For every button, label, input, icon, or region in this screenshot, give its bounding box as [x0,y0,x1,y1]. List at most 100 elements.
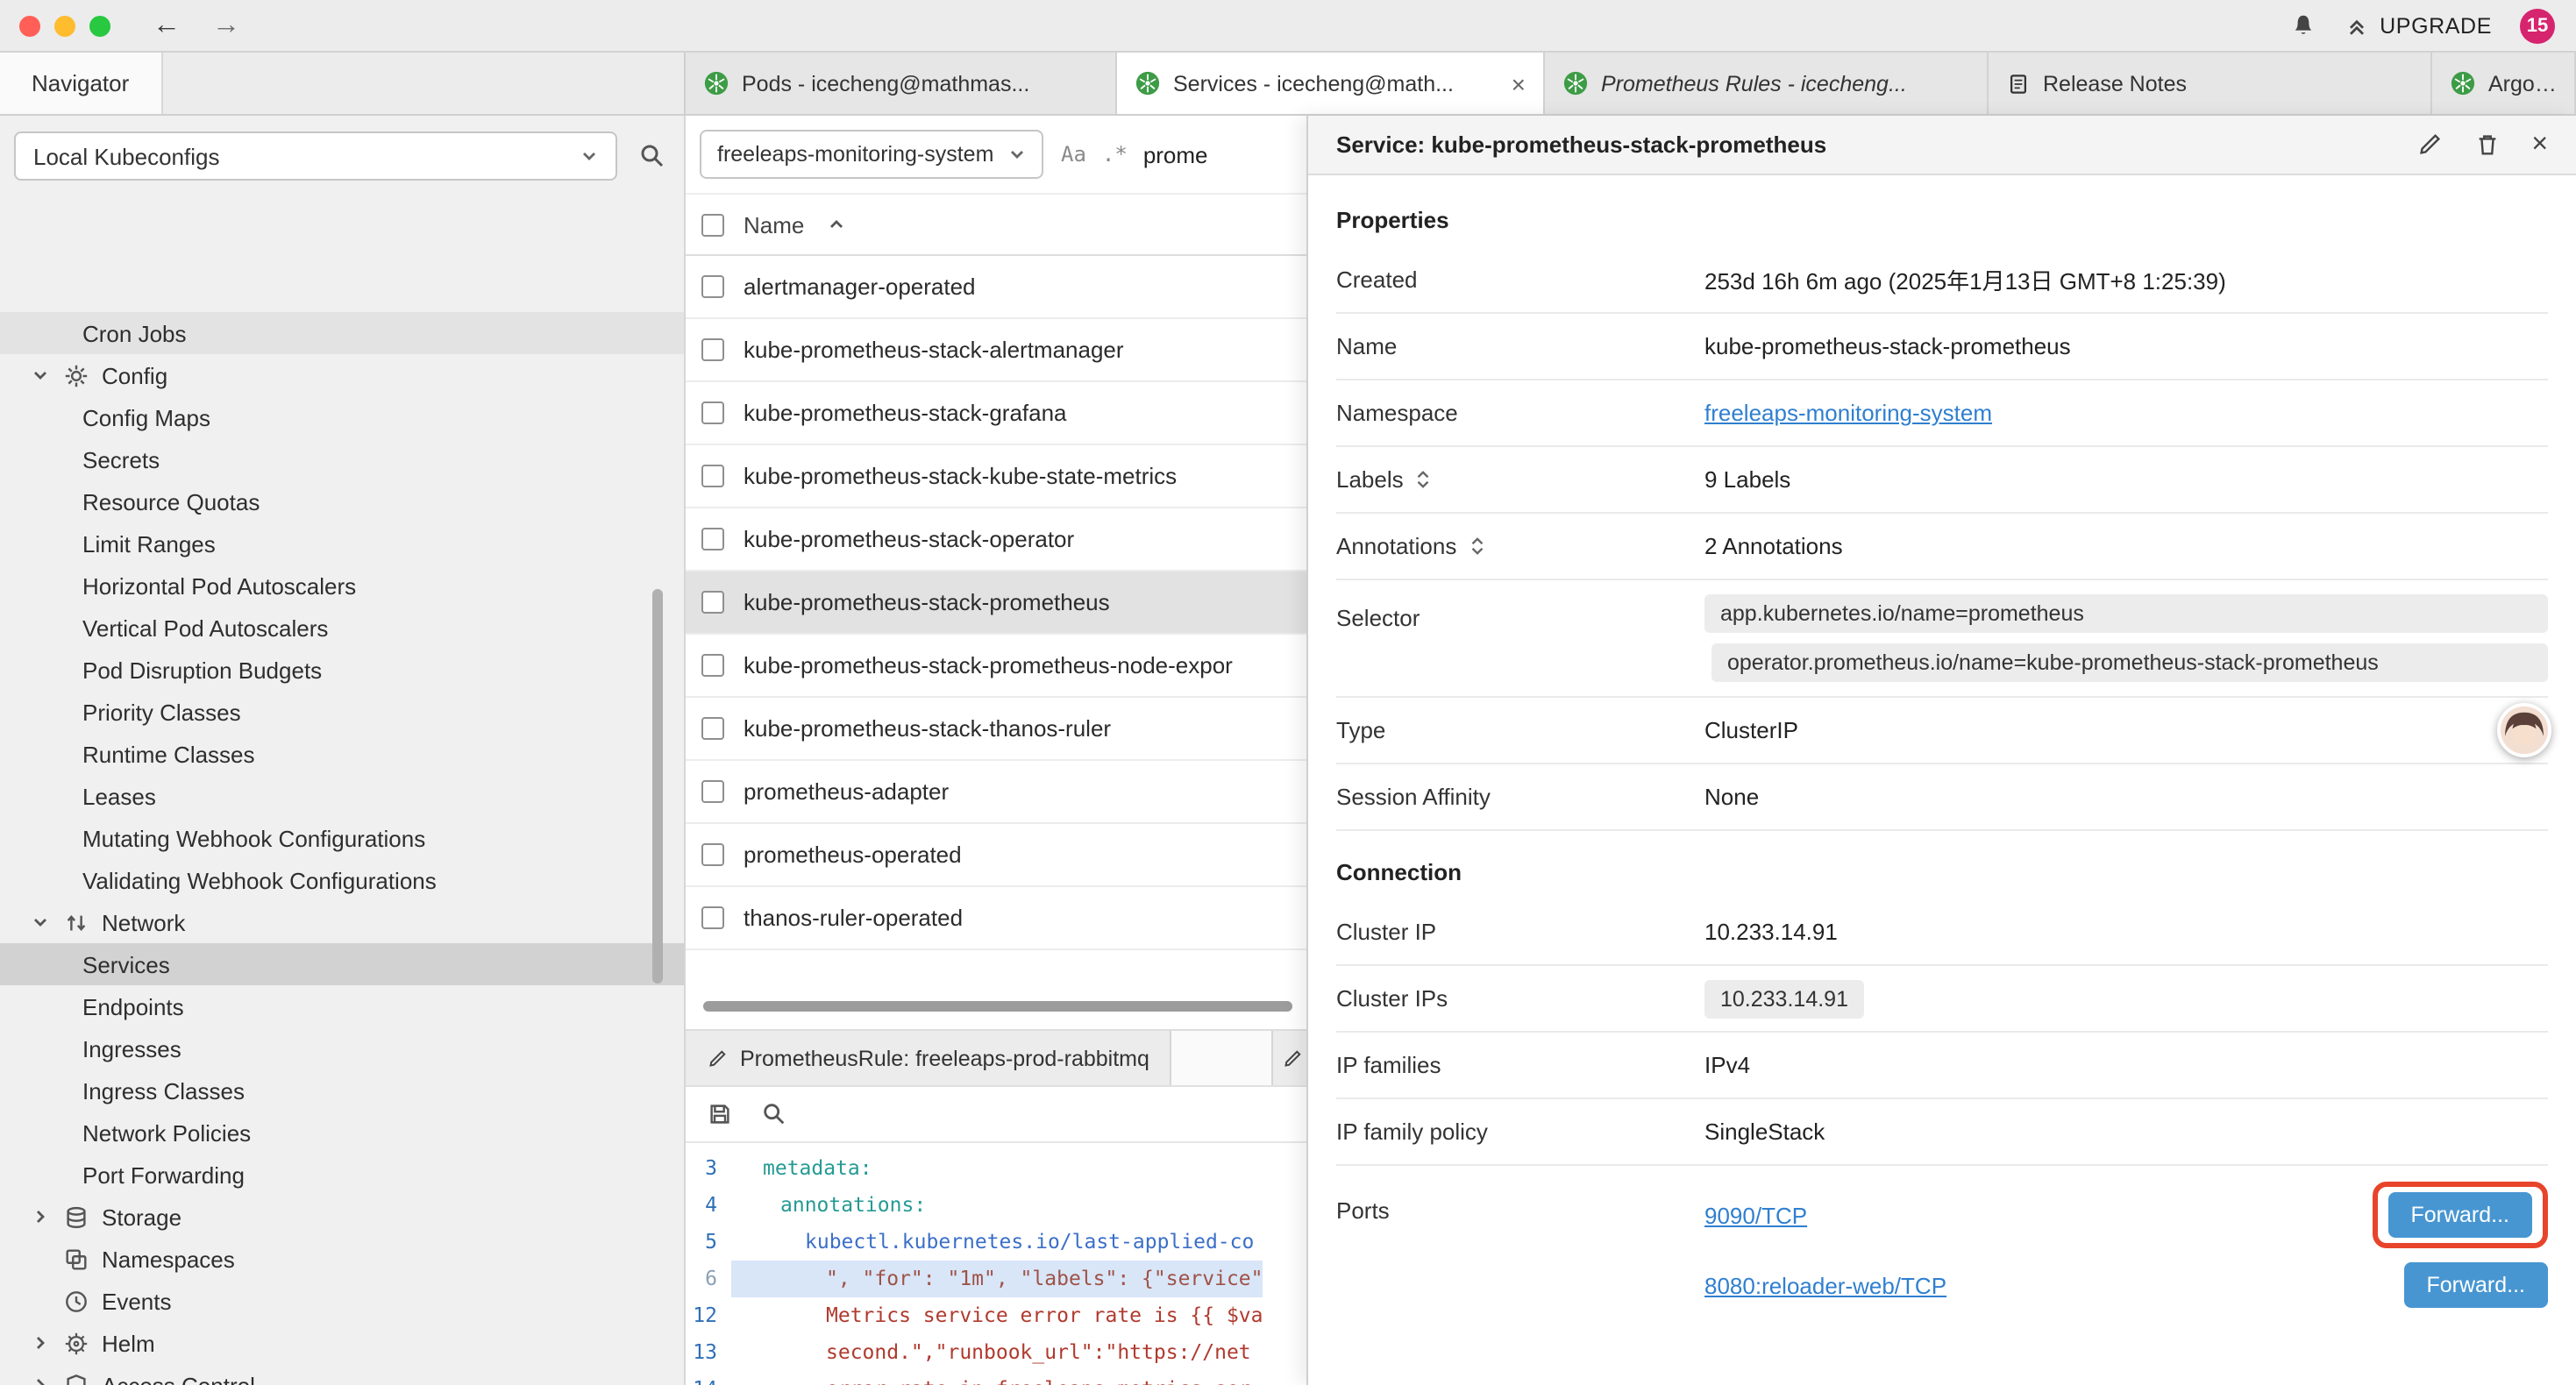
sidebar-group-helm[interactable]: Helm [0,1322,684,1364]
expand-collapse-icon[interactable] [1414,468,1434,491]
close-window-button[interactable] [19,15,40,36]
sidebar-item-namespaces[interactable]: Namespaces [0,1238,684,1280]
row-checkbox[interactable] [701,401,724,424]
trash-icon[interactable] [2473,131,2500,158]
edit-pencil-icon[interactable] [2416,131,2442,158]
namespace-filter-dropdown[interactable]: freeleaps-monitoring-system [700,130,1043,179]
close-icon[interactable]: × [1501,69,1526,97]
selector-chip[interactable]: app.kubernetes.io/name=prometheus [1704,594,2548,633]
table-row[interactable]: alertmanager-operated [686,256,1306,319]
back-arrow-icon[interactable]: ← [153,10,181,41]
sidebar-group-network[interactable]: Network [0,901,684,943]
namespace-link[interactable]: freeleaps-monitoring-system [1704,400,1992,426]
row-checkbox[interactable] [701,654,724,677]
yaml-editor[interactable]: 3metadata: 4annotations: 5kubectl.kubern… [686,1143,1306,1385]
match-case-toggle[interactable]: Aa [1061,142,1086,167]
tab-navigator[interactable]: Navigator [0,53,162,114]
sort-asc-icon[interactable] [827,216,844,233]
selector-chip[interactable]: operator.prometheus.io/name=kube-prometh… [1711,643,2548,682]
regex-toggle[interactable]: .* [1102,142,1128,167]
table-row[interactable]: thanos-ruler-operated [686,887,1306,950]
tab-services[interactable]: Services - icecheng@math... × [1117,53,1545,114]
sidebar-item-limit-ranges[interactable]: Limit Ranges [0,522,684,565]
upgrade-button[interactable]: UPGRADE [2345,13,2492,38]
row-checkbox[interactable] [701,717,724,740]
horizontal-scrollbar[interactable] [703,1001,1292,1012]
row-checkbox[interactable] [701,275,724,298]
sidebar-item-priority-classes[interactable]: Priority Classes [0,691,684,733]
select-all-checkbox[interactable] [701,213,724,236]
zoom-window-button[interactable] [89,15,110,36]
sidebar-item-services[interactable]: Services [0,943,684,985]
table-row[interactable]: kube-prometheus-stack-thanos-ruler [686,698,1306,761]
sidebar-item-runtime-classes[interactable]: Runtime Classes [0,733,684,775]
name-column-header[interactable]: Name [744,211,804,238]
table-row[interactable]: prometheus-operated [686,824,1306,887]
notification-badge[interactable]: 15 [2520,8,2555,43]
property-label: IP family policy [1336,1119,1704,1145]
table-row[interactable]: kube-prometheus-stack-prometheus-node-ex… [686,635,1306,698]
sidebar-item-cron-jobs[interactable]: Cron Jobs [0,312,684,354]
table-row[interactable]: kube-prometheus-stack-grafana [686,382,1306,445]
sidebar-item-pod-disruption-budgets[interactable]: Pod Disruption Budgets [0,649,684,691]
chevron-right-icon[interactable] [32,1208,53,1225]
minimize-window-button[interactable] [54,15,75,36]
row-checkbox[interactable] [701,338,724,361]
sidebar-item-leases[interactable]: Leases [0,775,684,817]
row-checkbox[interactable] [701,528,724,550]
chevron-down-icon[interactable] [32,366,53,384]
sidebar-item-horizontal-pod-autoscalers[interactable]: Horizontal Pod Autoscalers [0,565,684,607]
search-icon[interactable] [638,142,666,170]
tab-pods[interactable]: Pods - icecheng@mathmas... [686,53,1117,114]
sidebar-item-config-maps[interactable]: Config Maps [0,396,684,438]
forward-button[interactable]: Forward... [2387,1192,2532,1238]
row-checkbox[interactable] [701,465,724,487]
sidebar-item-ingress-classes[interactable]: Ingress Classes [0,1069,684,1112]
save-icon[interactable] [707,1101,733,1127]
sidebar-item-mutating-webhook-configurations[interactable]: Mutating Webhook Configurations [0,817,684,859]
tab-release-notes[interactable]: Release Notes [1989,53,2432,114]
sidebar-item-vertical-pod-autoscalers[interactable]: Vertical Pod Autoscalers [0,607,684,649]
table-row[interactable]: prometheus-adapter [686,761,1306,824]
sidebar-item-port-forwarding[interactable]: Port Forwarding [0,1154,684,1196]
sidebar-item-ingresses[interactable]: Ingresses [0,1027,684,1069]
chevron-down-icon[interactable] [32,913,53,931]
sidebar-item-validating-webhook-configurations[interactable]: Validating Webhook Configurations [0,859,684,901]
bell-icon[interactable] [2290,12,2316,39]
port-link-9090[interactable]: 9090/TCP [1704,1202,1807,1228]
sidebar-item-resource-quotas[interactable]: Resource Quotas [0,480,684,522]
sidebar-group-access-control[interactable]: Access Control [0,1364,684,1385]
sidebar-scrollbar[interactable] [652,589,663,984]
sidebar-item-label: Storage [102,1204,181,1230]
sidebar-item-secrets[interactable]: Secrets [0,438,684,480]
chevron-right-icon[interactable] [32,1334,53,1352]
sidebar-item-network-policies[interactable]: Network Policies [0,1112,684,1154]
tab-prometheus-rules[interactable]: Prometheus Rules - icecheng... [1545,53,1989,114]
row-checkbox[interactable] [701,906,724,929]
row-checkbox[interactable] [701,843,724,866]
dock-tab-partial[interactable] [1271,1031,1306,1085]
cluster-ip-chip[interactable]: 10.233.14.91 [1704,979,1864,1018]
forward-button[interactable]: Forward... [2403,1262,2548,1308]
table-row[interactable]: kube-prometheus-stack-alertmanager [686,319,1306,382]
row-checkbox[interactable] [701,780,724,803]
port-link-8080-reloader-web[interactable]: 8080:reloader-web/TCP [1704,1272,1946,1298]
sidebar-group-config[interactable]: Config [0,354,684,396]
kubeconfig-selector[interactable]: Local Kubeconfigs [14,131,617,181]
table-row[interactable]: kube-prometheus-stack-operator [686,508,1306,572]
row-checkbox[interactable] [701,591,724,614]
sidebar-item-endpoints[interactable]: Endpoints [0,985,684,1027]
tab-argo[interactable]: Argo Se [2432,53,2576,114]
user-avatar[interactable] [2497,703,2551,757]
forward-arrow-icon[interactable]: → [212,10,240,41]
dock-tab-prometheusrule[interactable]: PrometheusRule: freeleaps-prod-rabbitmq [686,1031,1172,1085]
table-search-input[interactable]: Aa .* prome [1061,141,1208,167]
expand-collapse-icon[interactable] [1467,535,1486,558]
table-row[interactable]: kube-prometheus-stack-kube-state-metrics [686,445,1306,508]
sidebar-group-storage[interactable]: Storage [0,1196,684,1238]
sidebar-item-events[interactable]: Events [0,1280,684,1322]
table-row-selected[interactable]: kube-prometheus-stack-prometheus [686,572,1306,635]
close-icon[interactable]: × [2531,129,2548,160]
search-icon[interactable] [761,1101,787,1127]
chevron-right-icon[interactable] [32,1376,53,1385]
